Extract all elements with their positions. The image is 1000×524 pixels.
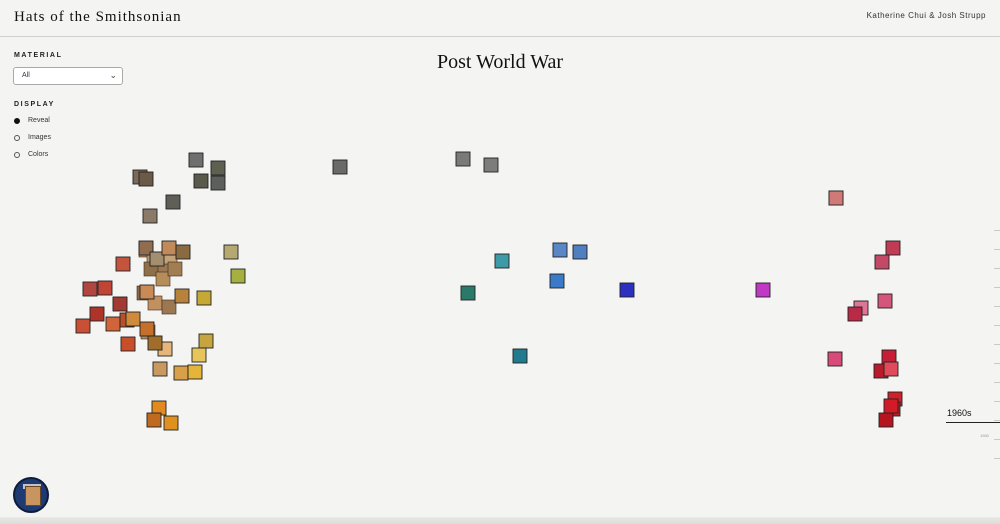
hat-swatch[interactable]	[196, 290, 212, 306]
hat-swatch[interactable]	[146, 412, 162, 428]
hat-swatch[interactable]	[877, 293, 893, 309]
authors-credit[interactable]: Katherine Chui & Josh Strupp	[867, 11, 986, 20]
timeline-tick	[994, 249, 1000, 250]
radio-icon[interactable]	[14, 152, 20, 158]
hat-swatch[interactable]	[198, 333, 214, 349]
hat-swatch[interactable]	[455, 151, 471, 167]
timeline-tick	[994, 363, 1000, 364]
hat-swatch[interactable]	[97, 280, 113, 296]
hat-swatch[interactable]	[827, 351, 843, 367]
display-label: DISPLAY	[14, 101, 55, 108]
timeline-tick	[994, 344, 1000, 345]
radio-icon[interactable]	[14, 135, 20, 141]
hat-swatch[interactable]	[552, 242, 568, 258]
hat-swatch[interactable]	[193, 173, 209, 189]
hat-swatch[interactable]	[75, 318, 91, 334]
display-option-label: Colors	[28, 151, 49, 158]
bottom-bar	[0, 517, 1000, 524]
header-bar: Hats of the Smithsonian Katherine Chui &…	[0, 0, 1000, 37]
hat-swatch[interactable]	[152, 361, 168, 377]
hat-swatch[interactable]	[512, 348, 528, 364]
hat-avatar-button[interactable]	[13, 477, 49, 513]
timeline-ticks[interactable]	[980, 230, 1000, 460]
timeline-tick	[994, 439, 1000, 440]
decade-sub-label: 1960	[980, 433, 989, 438]
hat-swatch[interactable]	[112, 296, 128, 312]
hat-swatch[interactable]	[885, 240, 901, 256]
hat-swatch[interactable]	[142, 208, 158, 224]
timeline-tick	[994, 306, 1000, 307]
decade-marker	[946, 422, 1000, 423]
timeline-tick	[994, 382, 1000, 383]
timeline-tick	[994, 325, 1000, 326]
hat-swatch[interactable]	[174, 288, 190, 304]
hat-swatch[interactable]	[210, 175, 226, 191]
hat-swatch[interactable]	[460, 285, 476, 301]
hat-swatch[interactable]	[828, 190, 844, 206]
display-option-label: Images	[28, 134, 51, 141]
hat-swatch[interactable]	[883, 361, 899, 377]
hat-swatch[interactable]	[115, 256, 131, 272]
hat-swatch[interactable]	[138, 171, 154, 187]
hat-swatch[interactable]	[874, 254, 890, 270]
hat-swatch[interactable]	[187, 364, 203, 380]
site-title[interactable]: Hats of the Smithsonian	[14, 9, 182, 26]
radio-selected-icon[interactable]	[14, 118, 20, 124]
timeline-tick	[994, 268, 1000, 269]
hat-swatch[interactable]	[572, 244, 588, 260]
hat-swatch[interactable]	[175, 244, 191, 260]
timeline-tick	[994, 401, 1000, 402]
timeline-tick	[994, 287, 1000, 288]
hat-swatch[interactable]	[191, 347, 207, 363]
hat-swatch[interactable]	[165, 194, 181, 210]
hat-swatch[interactable]	[125, 311, 141, 327]
hat-swatch[interactable]	[494, 253, 510, 269]
hat-swatch[interactable]	[82, 281, 98, 297]
decade-label[interactable]: 1960s	[947, 408, 972, 418]
hat-swatch[interactable]	[223, 244, 239, 260]
hat-swatch[interactable]	[188, 152, 204, 168]
hat-swatch[interactable]	[173, 365, 189, 381]
hat-swatch[interactable]	[755, 282, 771, 298]
display-option-label: Reveal	[28, 117, 50, 124]
hat-swatch[interactable]	[89, 306, 105, 322]
hat-swatch-field	[75, 151, 903, 431]
hat-swatch[interactable]	[619, 282, 635, 298]
hat-swatch[interactable]	[549, 273, 565, 289]
timeline-tick	[994, 230, 1000, 231]
hat-swatch[interactable]	[230, 268, 246, 284]
hat-swatch[interactable]	[878, 412, 894, 428]
hat-swatch[interactable]	[139, 321, 155, 337]
hat-swatch[interactable]	[161, 240, 177, 256]
hat-swatch[interactable]	[139, 284, 155, 300]
hat-swatch[interactable]	[161, 299, 177, 315]
hat-swatch[interactable]	[163, 415, 179, 431]
hat-swatch[interactable]	[332, 159, 348, 175]
timeline-tick	[994, 420, 1000, 421]
hat-swatch[interactable]	[483, 157, 499, 173]
hat-swatch[interactable]	[847, 306, 863, 322]
page-title: Post World War	[436, 51, 564, 73]
portrait-icon	[25, 486, 41, 506]
hat-swatch[interactable]	[210, 160, 226, 176]
hat-swatch[interactable]	[120, 336, 136, 352]
hat-swatch[interactable]	[105, 316, 121, 332]
hat-swatch[interactable]	[883, 398, 899, 414]
timeline-tick	[994, 458, 1000, 459]
hat-swatch[interactable]	[147, 335, 163, 351]
hat-swatch[interactable]	[167, 261, 183, 277]
